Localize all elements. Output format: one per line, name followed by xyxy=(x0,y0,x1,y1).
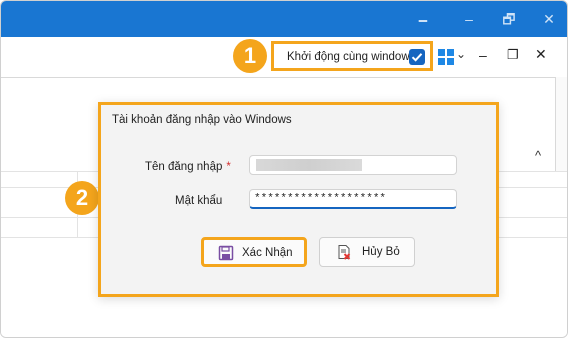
password-field[interactable]: ******************** xyxy=(249,189,457,209)
app-window: 🗕 – 🗗 ✕ 1 Khởi động cùng windows ⌄ – ❐ ✕… xyxy=(0,0,568,338)
username-redacted xyxy=(256,159,362,171)
startup-label: Khởi động cùng windows xyxy=(287,51,416,63)
chevron-down-icon[interactable]: ⌄ xyxy=(456,47,466,61)
windows-logo-icon[interactable] xyxy=(437,48,455,71)
step-badge-1: 1 xyxy=(233,39,267,73)
save-icon xyxy=(218,245,234,261)
dialog-title: Tài khoản đăng nhập vào Windows xyxy=(112,114,292,126)
password-label: Mật khẩu xyxy=(175,195,223,207)
startup-checkbox[interactable] xyxy=(409,49,425,65)
login-dialog: Tài khoản đăng nhập vào Windows Tên đăng… xyxy=(98,102,499,297)
chevron-up-icon[interactable]: ^ xyxy=(535,148,541,163)
confirm-button[interactable]: Xác Nhận xyxy=(201,237,307,267)
window-pin-icon[interactable]: 🗕 xyxy=(415,11,431,27)
restore-button[interactable]: ❐ xyxy=(507,47,519,63)
cancel-document-icon xyxy=(336,244,352,260)
username-field[interactable] xyxy=(249,155,457,175)
minimize-button[interactable]: – xyxy=(479,47,487,63)
close-button[interactable]: ✕ xyxy=(535,46,547,63)
step-badge-2: 2 xyxy=(65,181,99,215)
window-restore-button[interactable]: 🗗 xyxy=(501,11,517,27)
toolbar: 1 Khởi động cùng windows ⌄ – ❐ ✕ xyxy=(1,37,567,77)
cancel-label: Hủy Bỏ xyxy=(362,246,400,258)
username-label: Tên đăng nhập * xyxy=(145,161,231,173)
window-close-button[interactable]: ✕ xyxy=(541,11,557,27)
window-minimize-button[interactable]: – xyxy=(461,11,477,27)
check-icon xyxy=(411,53,423,62)
title-bar: 🗕 – 🗗 ✕ xyxy=(1,1,567,37)
cancel-button[interactable]: Hủy Bỏ xyxy=(319,237,415,267)
required-marker: * xyxy=(226,161,231,173)
confirm-label: Xác Nhận xyxy=(242,247,293,259)
